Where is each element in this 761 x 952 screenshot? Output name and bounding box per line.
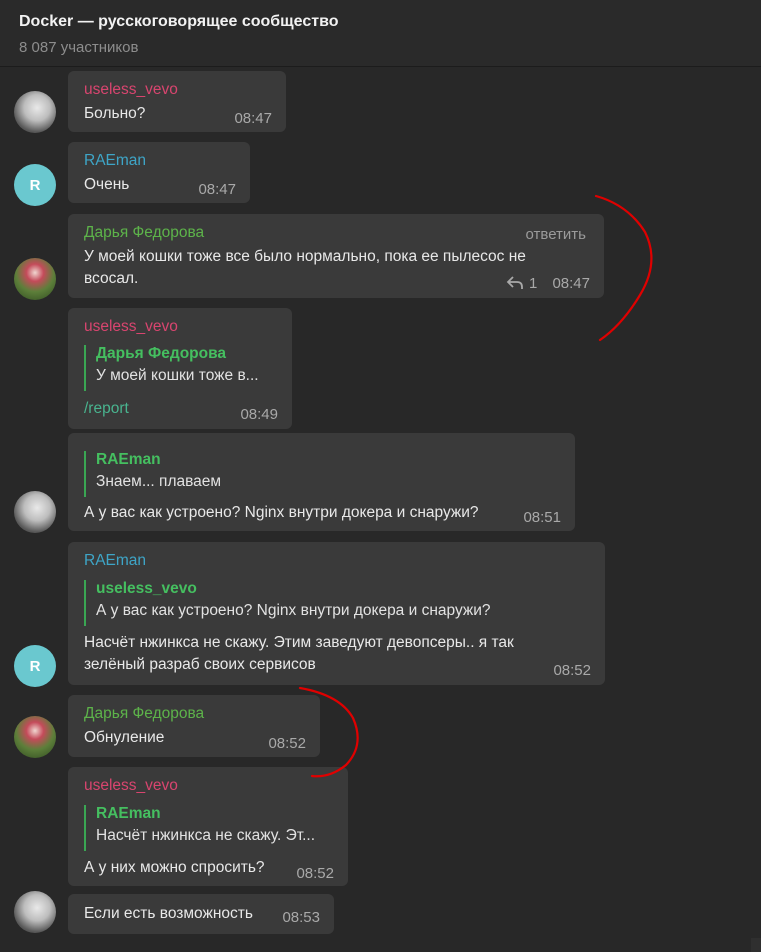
message-time: 08:47	[234, 110, 272, 127]
message-text-line2: зелёный разраб своих сервисов	[84, 656, 316, 673]
message-time: 08:51	[523, 509, 561, 526]
chat-header[interactable]: Docker — русскоговорящее сообщество 8 08…	[0, 0, 761, 67]
message-bubble[interactable]: useless_vevo Дарья Федорова У моей кошки…	[68, 308, 292, 429]
message-text-line1: У моей кошки тоже все было нормально, по…	[84, 248, 526, 265]
message-author[interactable]: RAEman	[84, 552, 146, 570]
message-bubble[interactable]: RAEman Очень 08:47	[68, 142, 250, 203]
quote-author: RAEman	[96, 451, 161, 468]
message-bubble[interactable]: Дарья Федорова Обнуление 08:52	[68, 695, 320, 757]
red-annotation-bracket-1	[594, 194, 653, 342]
message-bubble[interactable]: RAEman Знаем... плаваем А у вас как устр…	[68, 433, 575, 531]
message-time: 08:53	[282, 909, 320, 926]
message-time: 08:52	[268, 735, 306, 752]
quote-text: Насчёт нжинкса не скажу. Эт...	[96, 827, 316, 844]
reply-action-link[interactable]: ответить	[526, 226, 586, 243]
message-time: 08:52	[553, 662, 591, 679]
message-bubble[interactable]: useless_vevo RAEman Насчёт нжинкса не ск…	[68, 767, 348, 886]
message-bubble[interactable]: Дарья Федорова ответить У моей кошки тож…	[68, 214, 604, 298]
quote-text: А у вас как устроено? Nginx внутри докер…	[96, 602, 491, 619]
message-text: А у вас как устроено? Nginx внутри докер…	[84, 504, 479, 521]
message-bubble[interactable]: useless_vevo Больно? 08:47	[68, 71, 286, 132]
message-time: 08:47	[198, 181, 236, 198]
message-text: Больно?	[84, 105, 146, 122]
message-text-line2: всосал.	[84, 270, 139, 287]
reply-quote[interactable]: Дарья Федорова У моей кошки тоже в...	[84, 345, 259, 391]
message-text: А у них можно спросить?	[84, 859, 265, 876]
message-author[interactable]: useless_vevo	[84, 777, 178, 795]
message-author[interactable]: useless_vevo	[84, 81, 178, 99]
quote-author: Дарья Федорова	[96, 345, 227, 362]
quote-author: RAEman	[96, 805, 161, 822]
reply-quote[interactable]: RAEman Насчёт нжинкса не скажу. Эт...	[84, 805, 315, 851]
message-bubble[interactable]: Если есть возможность 08:53	[68, 894, 334, 934]
message-author[interactable]: useless_vevo	[84, 318, 178, 336]
message-text-line1: Насчёт нжинкса не скажу. Этим заведуют д…	[84, 634, 514, 651]
avatar-raeman[interactable]: R	[14, 164, 56, 206]
message-time: 08:52	[296, 865, 334, 882]
reply-count[interactable]: 1	[529, 275, 537, 292]
reply-arrow-icon[interactable]	[506, 275, 524, 291]
bot-command-link[interactable]: /report	[84, 400, 129, 418]
avatar-useless-vevo[interactable]	[14, 491, 56, 533]
reply-quote[interactable]: RAEman Знаем... плаваем	[84, 451, 221, 497]
message-time: 08:47	[552, 275, 590, 292]
chat-title: Docker — русскоговорящее сообщество	[19, 13, 339, 30]
scrollbar[interactable]	[751, 938, 761, 952]
quote-text: Знаем... плаваем	[96, 473, 222, 490]
message-bubble[interactable]: RAEman useless_vevo А у вас как устроено…	[68, 542, 605, 685]
avatar-useless-vevo[interactable]	[14, 891, 56, 933]
message-text: Очень	[84, 176, 130, 193]
avatar-raeman[interactable]: R	[14, 645, 56, 687]
message-text: Если есть возможность	[84, 905, 253, 922]
message-text: Обнуление	[84, 729, 165, 746]
avatar-darya[interactable]	[14, 258, 56, 300]
reply-quote[interactable]: useless_vevo А у вас как устроено? Nginx…	[84, 580, 491, 626]
quote-author: useless_vevo	[96, 580, 197, 597]
message-author[interactable]: RAEman	[84, 152, 146, 170]
message-time: 08:49	[240, 406, 278, 423]
avatar-useless-vevo[interactable]	[14, 91, 56, 133]
member-count: 8 087 участников	[19, 39, 139, 56]
avatar-darya[interactable]	[14, 716, 56, 758]
message-author[interactable]: Дарья Федорова	[84, 705, 204, 723]
message-author[interactable]: Дарья Федорова	[84, 224, 204, 242]
quote-text: У моей кошки тоже в...	[96, 367, 259, 384]
